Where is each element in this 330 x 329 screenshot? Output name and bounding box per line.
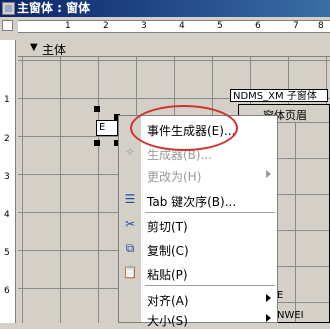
h-tick: 2: [103, 21, 109, 31]
paste-icon: 📋: [122, 265, 138, 279]
v-tick: 2: [4, 134, 10, 144]
menu-separator: [145, 285, 275, 286]
submenu-arrow-icon: [266, 294, 271, 302]
v-tick: 1: [4, 95, 10, 105]
title-bar[interactable]: 主窗体 : 窗体: [0, 0, 330, 17]
resize-handle[interactable]: [94, 106, 100, 112]
submenu-arrow-icon: [266, 314, 271, 322]
section-arrow-icon: ▼: [30, 42, 38, 53]
h-tick: 3: [141, 21, 147, 31]
subform-field-text: NWEI: [277, 310, 304, 321]
tab-order-icon: ☰: [124, 192, 136, 206]
submenu-arrow-icon: [266, 170, 271, 178]
menu-item-label: 粘贴(P): [147, 268, 188, 282]
menu-item-label: 复制(C): [147, 244, 189, 258]
h-tick: 8: [318, 21, 324, 31]
cut-icon: ✂: [124, 217, 136, 231]
menu-item-tab-order[interactable]: ☰ Tab 键次序(B)...: [119, 189, 277, 210]
builder-icon: ✧: [124, 145, 136, 159]
h-tick: 1: [65, 21, 71, 31]
horizontal-ruler[interactable]: 1 2 3 4 5 6 7 8: [18, 20, 330, 33]
menu-item-cut[interactable]: ✂ 剪切(T): [119, 214, 277, 235]
section-label: 主体: [42, 43, 67, 57]
v-tick: 3: [4, 172, 10, 182]
vertical-ruler[interactable]: 1 2 3 4 5 6: [0, 40, 16, 323]
menu-item-label: 更改为(H): [147, 170, 202, 184]
menu-item-label: 大小(S): [147, 314, 188, 328]
menu-separator: [145, 212, 275, 213]
h-tick: 6: [255, 21, 261, 31]
form-icon: [2, 2, 15, 15]
text-box-control[interactable]: E: [96, 120, 118, 136]
menu-item-size[interactable]: 大小(S): [119, 308, 277, 329]
menu-item-label: 对齐(A): [147, 294, 189, 308]
menu-item-change-to[interactable]: 更改为(H): [119, 164, 277, 185]
resize-handle[interactable]: [94, 140, 100, 146]
h-tick: 4: [179, 21, 185, 31]
menu-item-paste[interactable]: 📋 粘贴(P): [119, 262, 277, 283]
window-title: 主窗体 : 窗体: [17, 1, 91, 15]
copy-icon: ⧉: [125, 241, 135, 255]
menu-item-label: Tab 键次序(B)...: [147, 195, 237, 209]
h-tick: 5: [217, 21, 223, 31]
detail-section-header[interactable]: ▼ 主体: [18, 40, 330, 57]
menu-item-copy[interactable]: ⧉ 复制(C): [119, 238, 277, 259]
v-tick: 6: [4, 286, 10, 296]
selected-control[interactable]: E: [94, 106, 120, 146]
h-tick: 7: [293, 21, 299, 31]
v-tick: 5: [4, 248, 10, 258]
menu-item-label: 剪切(T): [147, 220, 188, 234]
highlight-oval: [130, 105, 238, 151]
subform-label[interactable]: NDMS_XM 子窗体: [230, 89, 328, 102]
form-selector[interactable]: [2, 20, 13, 31]
menu-item-align[interactable]: 对齐(A): [119, 288, 277, 309]
v-tick: 4: [4, 210, 10, 220]
